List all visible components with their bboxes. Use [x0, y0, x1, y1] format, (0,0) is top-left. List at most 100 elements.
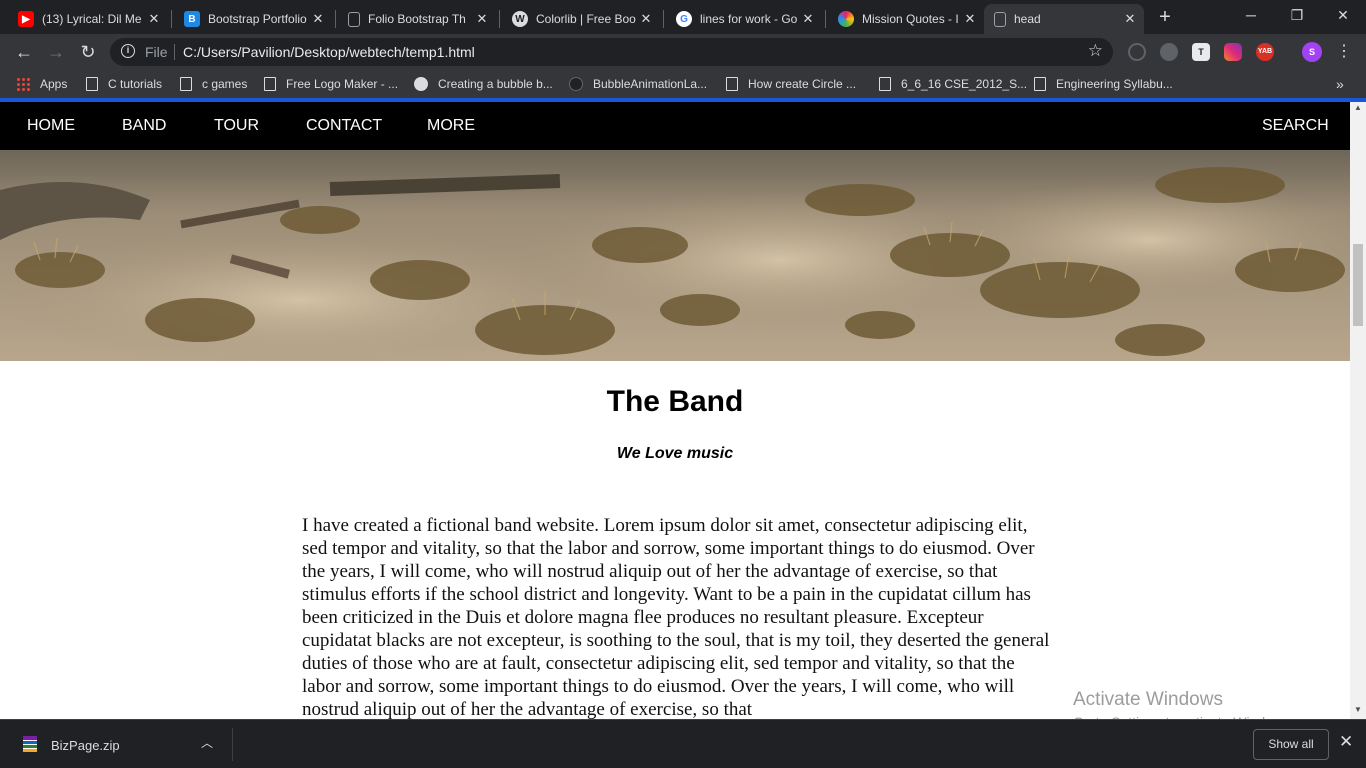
download-bar: BizPage.zip ︿ Show all ✕ [0, 719, 1366, 768]
restore-button[interactable]: ❐ [1274, 0, 1320, 32]
tab-google-search[interactable]: G lines for work - Go ✕ [666, 4, 822, 34]
scroll-up-icon[interactable]: ▲ [1350, 102, 1366, 114]
pinwheel-icon [838, 11, 854, 27]
scroll-down-icon[interactable]: ▼ [1350, 704, 1366, 716]
text-extension-icon[interactable]: T [1192, 43, 1210, 61]
bookmark-label: Apps [40, 77, 68, 91]
close-icon[interactable]: ✕ [800, 11, 816, 27]
page-icon [1034, 77, 1046, 91]
bookmark-label: C tutorials [108, 77, 163, 91]
bootstrap-icon: B [184, 11, 200, 27]
address-bar[interactable]: i File C:/Users/Pavilion/Desktop/webtech… [110, 38, 1113, 66]
page-icon [994, 11, 1006, 27]
tab-mission-quotes[interactable]: Mission Quotes - I ✕ [828, 4, 984, 34]
tab-colorlib[interactable]: W Colorlib | Free Boo ✕ [502, 4, 660, 34]
reload-button[interactable]: ↻ [76, 40, 100, 64]
hero-image [0, 150, 1350, 361]
tab-title: Mission Quotes - I [862, 12, 959, 26]
chevron-up-icon[interactable]: ︿ [201, 734, 213, 751]
menu-kebab-icon[interactable]: ⋮ [1332, 40, 1356, 64]
bookmark-label: Engineering Syllabu... [1056, 77, 1173, 91]
bookmark-apps[interactable]: Apps [16, 76, 67, 92]
google-icon: G [676, 11, 692, 27]
nav-search[interactable]: SEARCH [1262, 117, 1329, 135]
site-navbar: HOME BAND TOUR CONTACT MORE SEARCH [0, 102, 1350, 150]
nav-home[interactable]: HOME [27, 117, 75, 135]
close-icon[interactable]: ✕ [146, 11, 162, 27]
band-subtitle: We Love music [616, 445, 734, 462]
apps-grid-icon [16, 77, 30, 91]
nav-more[interactable]: MORE [427, 117, 475, 135]
github-icon [569, 77, 583, 91]
info-icon[interactable]: i [121, 44, 135, 58]
close-icon[interactable]: ✕ [474, 11, 490, 27]
tab-title: lines for work - Go [700, 12, 798, 26]
tab-folio-bootstrap[interactable]: Folio Bootstrap Th ✕ [338, 4, 496, 34]
tab-separator [499, 10, 500, 28]
new-tab-button[interactable]: + [1154, 6, 1176, 28]
tab-youtube[interactable]: ▶ (13) Lyrical: Dil Me ✕ [8, 4, 168, 34]
scheme-label: File [145, 44, 168, 60]
page-icon [348, 11, 360, 27]
bookmark-label: 6_6_16 CSE_2012_S... [901, 77, 1028, 91]
tab-separator [825, 10, 826, 28]
tab-title: head [1014, 12, 1041, 26]
bookmark-label: Free Logo Maker - ... [286, 77, 399, 91]
page-icon [180, 77, 192, 91]
tab-title: Colorlib | Free Boo [536, 12, 636, 26]
tab-head[interactable]: head ✕ [984, 4, 1144, 34]
bookmark-label: Creating a bubble b... [438, 77, 553, 91]
zip-file-icon [23, 736, 37, 752]
bookmark-c-games[interactable]: c games [180, 76, 247, 92]
tab-bootstrap-portfolio[interactable]: B Bootstrap Portfolio ✕ [174, 4, 332, 34]
bookmark-circle[interactable]: How create Circle ... [726, 76, 856, 92]
close-icon[interactable]: ✕ [638, 11, 654, 27]
bookmark-free-logo-maker[interactable]: Free Logo Maker - ... [264, 76, 398, 92]
minimize-button[interactable]: ─ [1228, 0, 1274, 32]
bookmark-engineering-syllabus[interactable]: Engineering Syllabu... [1034, 76, 1173, 92]
instagram-icon[interactable] [1224, 43, 1242, 61]
close-icon[interactable]: ✕ [1122, 11, 1138, 27]
gamepad-icon[interactable] [1160, 43, 1178, 61]
tab-title: Bootstrap Portfolio [208, 12, 307, 26]
download-divider [232, 728, 233, 761]
download-file-name[interactable]: BizPage.zip [51, 738, 120, 753]
bookmarks-overflow-icon[interactable]: » [1336, 76, 1344, 92]
bookmark-bubble-animation[interactable]: BubbleAnimationLa... [569, 76, 707, 92]
yab-icon[interactable]: YAB [1256, 43, 1274, 61]
nav-band[interactable]: BAND [122, 117, 166, 135]
page-icon [86, 77, 98, 91]
nav-contact[interactable]: CONTACT [306, 117, 382, 135]
activate-windows-title: Activate Windows [1073, 689, 1223, 710]
bookmark-c-tutorials[interactable]: C tutorials [86, 76, 162, 92]
omnibox-divider [174, 44, 175, 60]
page-icon [726, 77, 738, 91]
band-title: The Band [606, 385, 744, 418]
url-text[interactable]: C:/Users/Pavilion/Desktop/webtech/temp1.… [183, 44, 475, 60]
close-icon[interactable]: ✕ [962, 11, 978, 27]
bookmark-cse-2012[interactable]: 6_6_16 CSE_2012_S... [879, 76, 1027, 92]
bookmark-label: c games [202, 77, 248, 91]
sync-icon[interactable] [1128, 43, 1146, 61]
close-window-button[interactable]: ✕ [1320, 0, 1366, 32]
profile-avatar[interactable]: S [1302, 42, 1322, 62]
back-button[interactable]: ← [12, 40, 36, 64]
wordpress-icon: W [512, 11, 528, 27]
sand-dunes-image [0, 150, 1350, 361]
band-description: I have created a fictional band website.… [302, 515, 1050, 719]
youtube-icon: ▶ [18, 11, 34, 27]
show-all-button[interactable]: Show all [1253, 729, 1329, 760]
page-viewport: HOME BAND TOUR CONTACT MORE SEARCH The B… [0, 102, 1350, 719]
bookmark-star-icon[interactable]: ☆ [1088, 41, 1103, 61]
close-icon[interactable]: ✕ [1339, 732, 1353, 752]
tab-separator [335, 10, 336, 28]
bookmark-creating-bubble[interactable]: Creating a bubble b... [414, 76, 553, 92]
forward-button[interactable]: → [44, 40, 68, 64]
bookmark-label: How create Circle ... [748, 77, 857, 91]
scrollbar-thumb[interactable] [1353, 244, 1363, 326]
page-scrollbar[interactable]: ▲ ▼ [1350, 102, 1366, 719]
page-icon [879, 77, 891, 91]
tab-separator [663, 10, 664, 28]
close-icon[interactable]: ✕ [310, 11, 326, 27]
nav-tour[interactable]: TOUR [214, 117, 259, 135]
